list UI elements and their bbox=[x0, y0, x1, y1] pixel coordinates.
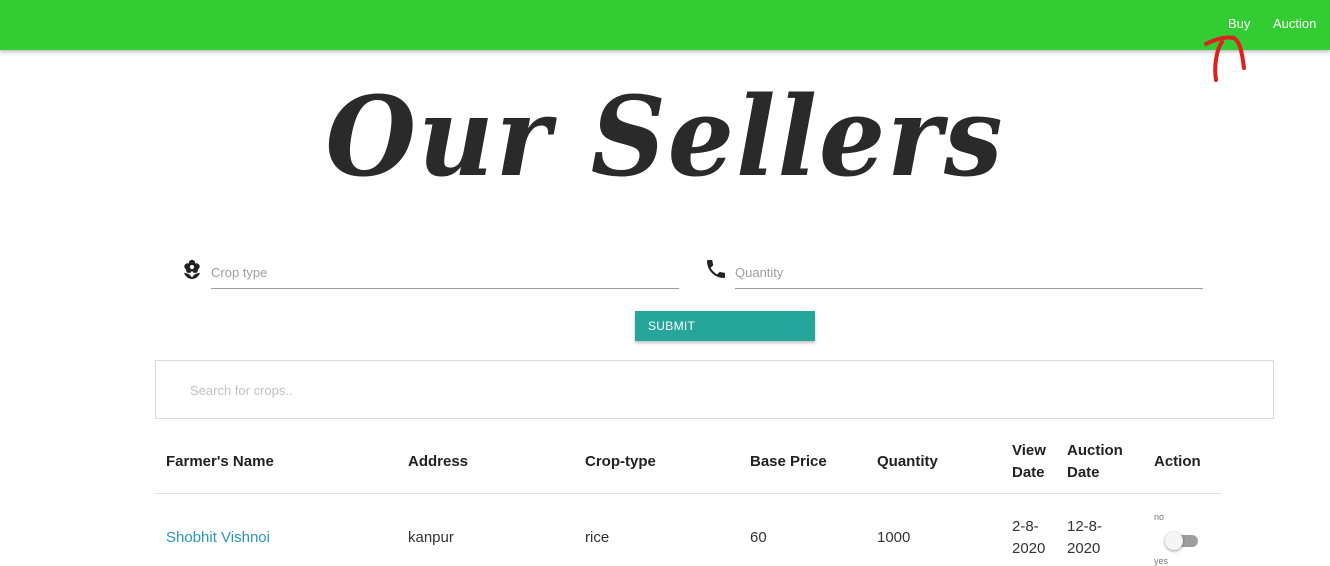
quantity-input[interactable] bbox=[735, 255, 1203, 289]
header-view-date-line2: Date bbox=[1012, 464, 1045, 481]
header-address: Address bbox=[408, 453, 469, 470]
toggle-thumb bbox=[1165, 532, 1183, 550]
crop-type-cell: rice bbox=[585, 529, 610, 546]
submit-button[interactable]: SUBMIT bbox=[635, 311, 815, 341]
nav-buy-link[interactable]: Buy bbox=[1228, 16, 1250, 31]
header-auction-date-line1: Auction bbox=[1067, 442, 1123, 459]
header-action: Action bbox=[1154, 453, 1201, 470]
base-price-cell: 60 bbox=[750, 529, 767, 546]
phone-icon bbox=[707, 260, 725, 278]
header-base-price: Base Price bbox=[750, 453, 827, 470]
crop-search-input[interactable] bbox=[190, 380, 1250, 400]
nav-auction-link[interactable]: Auction bbox=[1273, 16, 1316, 31]
crop-type-input[interactable] bbox=[211, 255, 679, 289]
top-navbar: Buy Auction bbox=[0, 0, 1330, 50]
quantity-cell: 1000 bbox=[877, 529, 911, 546]
switch-off-label: no bbox=[1154, 512, 1165, 522]
farmer-name-link[interactable]: Shobhit Vishnoi bbox=[166, 527, 270, 549]
view-date-line2: 2020 bbox=[1012, 540, 1046, 557]
switch-on-label: yes bbox=[1154, 556, 1169, 566]
action-toggle[interactable] bbox=[1165, 532, 1198, 550]
header-auction-date-line2: Date bbox=[1067, 464, 1100, 481]
crop-search-box bbox=[155, 360, 1274, 419]
action-switch: no yes bbox=[1154, 510, 1214, 566]
header-quantity: Quantity bbox=[877, 453, 938, 470]
header-view-date-line1: View bbox=[1012, 442, 1046, 459]
page-title: Our Sellers bbox=[325, 71, 1005, 202]
quantity-field bbox=[704, 255, 1204, 289]
header-crop-type: Crop-type bbox=[585, 453, 656, 470]
auction-date-line1: 12-8- bbox=[1067, 518, 1103, 535]
sellers-table-header: Farmer's Name Address Crop-type Base Pri… bbox=[155, 432, 1222, 494]
address-cell: kanpur bbox=[408, 529, 454, 546]
auction-date-line2: 2020 bbox=[1067, 540, 1101, 557]
header-farmer-name: Farmer's Name bbox=[166, 453, 274, 470]
view-date-line1: 2-8- bbox=[1012, 518, 1039, 535]
crop-type-field bbox=[180, 255, 680, 289]
flower-icon bbox=[184, 259, 200, 279]
